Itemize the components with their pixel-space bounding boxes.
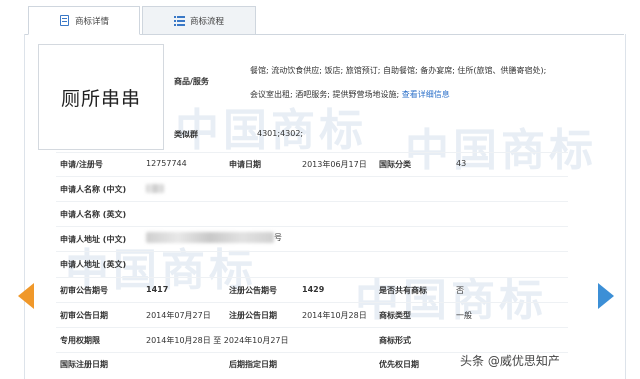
address-suffix: 号 bbox=[274, 233, 282, 242]
reg-date-value: 2014年10月28日 bbox=[302, 311, 367, 320]
reg-no-value: 1429 bbox=[302, 285, 325, 294]
goods-services-label: 商品/服务 bbox=[174, 77, 209, 86]
app-date-value: 2013年06月17日 bbox=[302, 160, 367, 169]
shared-label: 是否共有商标 bbox=[379, 286, 427, 295]
trademark-image-text: 厕所串串 bbox=[60, 87, 141, 110]
list-icon bbox=[173, 15, 185, 26]
reg-no-label: 注册公告期号 bbox=[229, 286, 277, 295]
form-label: 商标形式 bbox=[379, 336, 411, 345]
applicant-en-label: 申请人名称 (英文) bbox=[60, 210, 127, 219]
prelim-no-value: 1417 bbox=[146, 285, 169, 294]
applicant-cn-value bbox=[146, 184, 164, 193]
address-cn-label: 申请人地址 (中文) bbox=[60, 235, 127, 244]
document-icon bbox=[59, 15, 70, 26]
source-watermark: 头条 @威优思知产 bbox=[460, 354, 560, 368]
priority-date-label: 优先权日期 bbox=[379, 360, 419, 369]
divider bbox=[56, 251, 568, 252]
prelim-date-value: 2014年07月27日 bbox=[146, 311, 211, 320]
divider bbox=[56, 226, 568, 227]
prev-arrow-icon[interactable] bbox=[18, 283, 34, 309]
divider bbox=[56, 201, 568, 202]
app-no-value: 12757744 bbox=[146, 159, 187, 168]
address-en-label: 申请人地址 (英文) bbox=[60, 260, 127, 269]
trademark-image[interactable]: 厕所串串 bbox=[38, 44, 164, 150]
applicant-cn-label: 申请人名称 (中文) bbox=[60, 185, 127, 194]
intl-class-value: 43 bbox=[456, 159, 467, 168]
address-cn-value: 号 bbox=[146, 232, 282, 243]
tab-label: 商标流程 bbox=[189, 16, 224, 27]
exclusive-label: 专用权期限 bbox=[60, 336, 100, 345]
redacted-text bbox=[146, 232, 274, 243]
redacted-text bbox=[146, 184, 164, 193]
goods-services-text: 会议室出租; 酒吧服务; 提供野营场地设施; bbox=[250, 90, 400, 99]
divider bbox=[56, 302, 568, 303]
divider bbox=[56, 327, 568, 328]
watermark: 中国商标 bbox=[175, 105, 367, 156]
watermark: 中国商标 bbox=[405, 125, 597, 176]
next-arrow-icon[interactable] bbox=[598, 283, 614, 309]
tab-trademark-process[interactable]: 商标流程 bbox=[142, 6, 256, 34]
intl-reg-date-label: 国际注册日期 bbox=[60, 360, 108, 369]
type-value: 一般 bbox=[456, 311, 472, 320]
tab-bar: 商标详情 商标流程 bbox=[24, 6, 624, 35]
later-date-label: 后期指定日期 bbox=[229, 360, 277, 369]
shared-value: 否 bbox=[456, 286, 464, 295]
prelim-date-label: 初审公告日期 bbox=[60, 311, 108, 320]
tab-trademark-details[interactable]: 商标详情 bbox=[28, 6, 140, 35]
similar-group-value: 4301;4302; bbox=[257, 129, 304, 138]
app-no-label: 申请/注册号 bbox=[60, 160, 103, 169]
similar-group-label: 类似群 bbox=[174, 130, 198, 139]
tab-label: 商标详情 bbox=[74, 16, 109, 27]
goods-services-line2: 会议室出租; 酒吧服务; 提供野营场地设施; 查看详细信息 bbox=[250, 89, 450, 100]
type-label: 商标类型 bbox=[379, 311, 411, 320]
divider bbox=[56, 152, 568, 153]
goods-services-line1: 餐馆; 流动饮食供应; 饭店; 旅馆预订; 自助餐馆; 备办宴席; 住所(旅馆、… bbox=[250, 66, 547, 75]
reg-date-label: 注册公告日期 bbox=[229, 311, 277, 320]
exclusive-value: 2014年10月28日 至 2024年10月27日 bbox=[146, 336, 289, 345]
view-details-link[interactable]: 查看详细信息 bbox=[402, 90, 450, 99]
app-date-label: 申请日期 bbox=[229, 160, 261, 169]
intl-class-label: 国际分类 bbox=[379, 160, 411, 169]
divider bbox=[56, 277, 568, 278]
prelim-no-label: 初审公告期号 bbox=[60, 286, 108, 295]
divider bbox=[56, 176, 568, 177]
